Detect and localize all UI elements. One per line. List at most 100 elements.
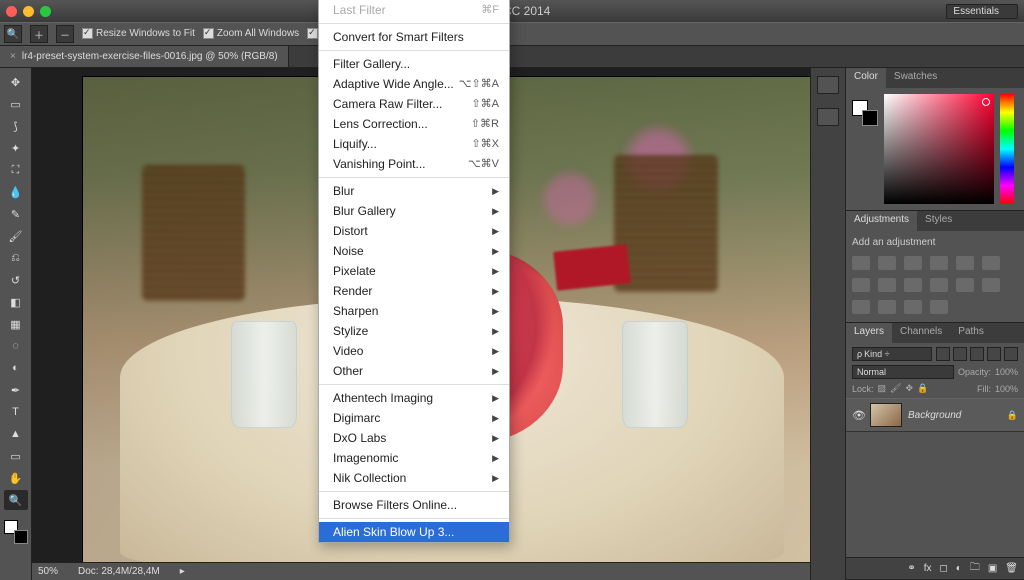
- layer-style-icon[interactable]: fx: [924, 563, 932, 574]
- menu-blur[interactable]: Blur▶: [319, 181, 509, 201]
- menu-video[interactable]: Video▶: [319, 341, 509, 361]
- document-tab[interactable]: × lr4-preset-system-exercise-files-0016.…: [0, 46, 289, 67]
- history-brush-tool-icon[interactable]: ↺: [4, 270, 28, 290]
- status-arrow-icon[interactable]: ▸: [180, 566, 185, 577]
- channel-mixer-icon[interactable]: [930, 278, 948, 292]
- menu-stylize[interactable]: Stylize▶: [319, 321, 509, 341]
- close-icon[interactable]: [6, 6, 17, 17]
- menu-convert-smart-filters[interactable]: Convert for Smart Filters: [319, 27, 509, 47]
- bw-icon[interactable]: [878, 278, 896, 292]
- lock-all-icon[interactable]: 🔒: [917, 383, 928, 394]
- eraser-tool-icon[interactable]: ◧: [4, 292, 28, 312]
- new-layer-icon[interactable]: ▣: [988, 563, 997, 574]
- layer-name[interactable]: Background: [908, 410, 961, 421]
- background-color-icon[interactable]: [14, 530, 28, 544]
- eyedropper-tool-icon[interactable]: 💧: [4, 182, 28, 202]
- menu-render[interactable]: Render▶: [319, 281, 509, 301]
- properties-panel-icon[interactable]: [817, 108, 839, 126]
- menu-lens-correction[interactable]: Lens Correction...⇧⌘R: [319, 114, 509, 134]
- color-lookup-icon[interactable]: [956, 278, 974, 292]
- filter-adjustment-icon[interactable]: [953, 347, 967, 361]
- menu-adaptive-wide-angle[interactable]: Adaptive Wide Angle...⌥⇧⌘A: [319, 74, 509, 94]
- menu-blur-gallery[interactable]: Blur Gallery▶: [319, 201, 509, 221]
- menu-imagenomic[interactable]: Imagenomic▶: [319, 448, 509, 468]
- photo-filter-icon[interactable]: [904, 278, 922, 292]
- layer-mask-icon[interactable]: ◻: [939, 563, 947, 574]
- tab-layers[interactable]: Layers: [846, 323, 892, 343]
- foreground-background-swatch[interactable]: [4, 520, 28, 544]
- history-panel-icon[interactable]: [817, 76, 839, 94]
- zoom-out-icon[interactable]: －: [56, 25, 74, 43]
- filter-pixel-icon[interactable]: [936, 347, 950, 361]
- menu-sharpen[interactable]: Sharpen▶: [319, 301, 509, 321]
- tab-channels[interactable]: Channels: [892, 323, 950, 343]
- lock-transparency-icon[interactable]: ▨: [878, 383, 887, 394]
- layer-filter-select[interactable]: ρKind ÷: [852, 347, 932, 361]
- new-group-icon[interactable]: 🗀: [970, 560, 980, 577]
- close-tab-icon[interactable]: ×: [10, 51, 16, 62]
- marquee-tool-icon[interactable]: ▭: [4, 94, 28, 114]
- zoom-in-icon[interactable]: ＋: [30, 25, 48, 43]
- menu-camera-raw-filter[interactable]: Camera Raw Filter...⇧⌘A: [319, 94, 509, 114]
- menu-filter-gallery[interactable]: Filter Gallery...: [319, 54, 509, 74]
- hand-tool-icon[interactable]: ✋: [4, 468, 28, 488]
- pen-tool-icon[interactable]: ✒: [4, 380, 28, 400]
- maximize-icon[interactable]: [40, 6, 51, 17]
- path-select-tool-icon[interactable]: ▲: [4, 424, 28, 444]
- tab-color[interactable]: Color: [846, 68, 886, 88]
- blend-mode-select[interactable]: Normal: [852, 365, 954, 379]
- gradient-map-icon[interactable]: [904, 300, 922, 314]
- new-fill-layer-icon[interactable]: ◐: [956, 563, 962, 574]
- gradient-tool-icon[interactable]: ▦: [4, 314, 28, 334]
- lasso-tool-icon[interactable]: ⟆: [4, 116, 28, 136]
- healing-brush-tool-icon[interactable]: ✎: [4, 204, 28, 224]
- menu-other[interactable]: Other▶: [319, 361, 509, 381]
- menu-noise[interactable]: Noise▶: [319, 241, 509, 261]
- shape-tool-icon[interactable]: ▭: [4, 446, 28, 466]
- lock-position-icon[interactable]: ✥: [905, 383, 913, 394]
- saturation-brightness-picker[interactable]: [884, 94, 994, 204]
- menu-nik-collection[interactable]: Nik Collection▶: [319, 468, 509, 488]
- zoom-all-check[interactable]: Zoom All Windows: [203, 28, 299, 39]
- dodge-tool-icon[interactable]: ◐: [4, 358, 28, 378]
- threshold-icon[interactable]: [878, 300, 896, 314]
- levels-icon[interactable]: [878, 256, 896, 270]
- filter-shape-icon[interactable]: [987, 347, 1001, 361]
- filter-type-icon[interactable]: [970, 347, 984, 361]
- crop-tool-icon[interactable]: ⛶: [4, 160, 28, 180]
- zoom-level[interactable]: 50%: [38, 566, 58, 577]
- lock-pixels-icon[interactable]: 🖌: [890, 383, 901, 394]
- menu-pixelate[interactable]: Pixelate▶: [319, 261, 509, 281]
- exposure-icon[interactable]: [930, 256, 948, 270]
- delete-layer-icon[interactable]: 🗑: [1005, 563, 1018, 574]
- zoom-tool-icon[interactable]: 🔍: [4, 490, 28, 510]
- blur-tool-icon[interactable]: ◌: [4, 336, 28, 356]
- menu-browse-filters-online[interactable]: Browse Filters Online...: [319, 495, 509, 515]
- resize-windows-check[interactable]: Resize Windows to Fit: [82, 28, 195, 39]
- tab-adjustments[interactable]: Adjustments: [846, 211, 917, 231]
- menu-digimarc[interactable]: Digimarc▶: [319, 408, 509, 428]
- menu-dxo-labs[interactable]: DxO Labs▶: [319, 428, 509, 448]
- hue-sat-icon[interactable]: [982, 256, 1000, 270]
- color-swatch-pair[interactable]: [852, 100, 878, 126]
- tab-swatches[interactable]: Swatches: [886, 68, 945, 88]
- link-layers-icon[interactable]: ⚭: [907, 563, 915, 574]
- filter-smart-icon[interactable]: [1004, 347, 1018, 361]
- menu-vanishing-point[interactable]: Vanishing Point...⌥⌘V: [319, 154, 509, 174]
- tab-styles[interactable]: Styles: [917, 211, 960, 231]
- workspace-selector[interactable]: Essentials: [946, 4, 1018, 19]
- brush-tool-icon[interactable]: 🖌: [4, 226, 28, 246]
- color-balance-icon[interactable]: [852, 278, 870, 292]
- hue-slider[interactable]: [1000, 94, 1014, 204]
- layer-thumbnail[interactable]: [870, 403, 902, 427]
- vibrance-icon[interactable]: [956, 256, 974, 270]
- tab-paths[interactable]: Paths: [950, 323, 992, 343]
- clone-stamp-tool-icon[interactable]: ⎌: [4, 248, 28, 268]
- background-swatch-icon[interactable]: [862, 110, 878, 126]
- magic-wand-tool-icon[interactable]: ✦: [4, 138, 28, 158]
- brightness-contrast-icon[interactable]: [852, 256, 870, 270]
- posterize-icon[interactable]: [852, 300, 870, 314]
- move-tool-icon[interactable]: ✥: [4, 72, 28, 92]
- minimize-icon[interactable]: [23, 6, 34, 17]
- invert-icon[interactable]: [982, 278, 1000, 292]
